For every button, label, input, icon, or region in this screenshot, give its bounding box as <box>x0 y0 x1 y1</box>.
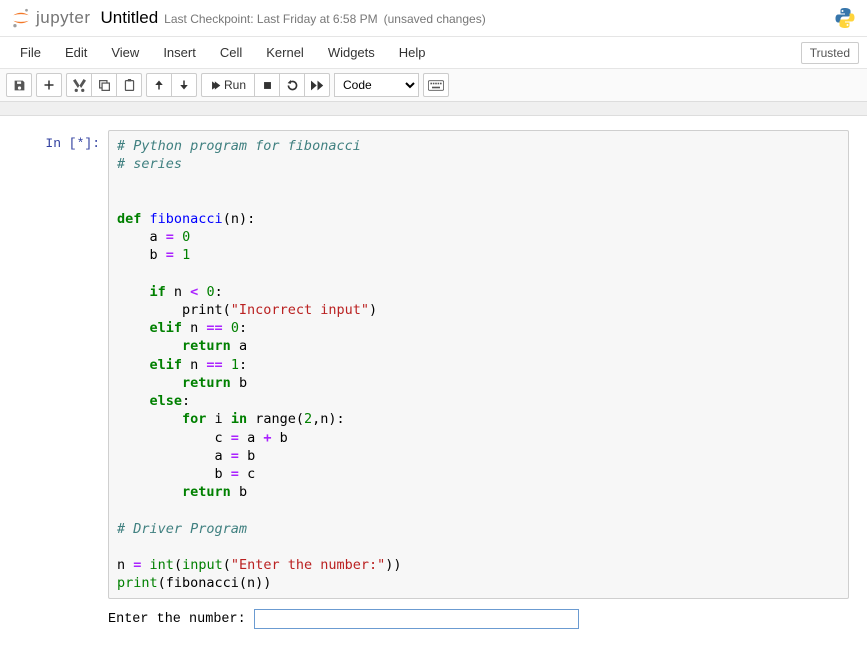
menu-help[interactable]: Help <box>387 39 438 66</box>
output-prompt <box>18 609 108 629</box>
restart-button[interactable] <box>279 73 305 97</box>
paste-icon <box>123 79 136 92</box>
interrupt-button[interactable] <box>254 73 280 97</box>
menu-widgets[interactable]: Widgets <box>316 39 387 66</box>
add-cell-button[interactable] <box>36 73 62 97</box>
menu-cell[interactable]: Cell <box>208 39 254 66</box>
cell-type-select[interactable]: Code <box>334 73 419 97</box>
move-down-button[interactable] <box>171 73 197 97</box>
arrow-up-icon <box>153 79 165 91</box>
menu-view[interactable]: View <box>99 39 151 66</box>
move-up-button[interactable] <box>146 73 172 97</box>
toolbar: Run Code <box>0 69 867 102</box>
save-button[interactable] <box>6 73 32 97</box>
menu-insert[interactable]: Insert <box>151 39 208 66</box>
copy-icon <box>98 79 111 92</box>
plus-icon <box>43 79 55 91</box>
move-group <box>146 73 197 97</box>
python-kernel-icon[interactable] <box>833 6 857 30</box>
output-area: Enter the number: <box>18 609 849 629</box>
copy-button[interactable] <box>91 73 117 97</box>
unsaved-text: (unsaved changes) <box>384 12 486 26</box>
menu-edit[interactable]: Edit <box>53 39 99 66</box>
save-icon <box>13 79 26 92</box>
fast-forward-icon <box>311 80 324 91</box>
arrow-down-icon <box>178 79 190 91</box>
menu-file[interactable]: File <box>8 39 53 66</box>
stdin-prompt: Enter the number: <box>108 609 849 629</box>
cut-button[interactable] <box>66 73 92 97</box>
code-content[interactable]: # Python program for fibonacci # series … <box>117 137 840 592</box>
stdin-prompt-text: Enter the number: <box>108 612 254 627</box>
restart-icon <box>286 79 299 92</box>
paste-button[interactable] <box>116 73 142 97</box>
run-group: Run <box>201 73 330 97</box>
cut-copy-paste-group <box>66 73 142 97</box>
jupyter-icon <box>10 7 32 29</box>
stop-icon <box>262 80 273 91</box>
code-input-area[interactable]: # Python program for fibonacci # series … <box>108 130 849 599</box>
spacer-bar <box>0 102 867 116</box>
code-cell[interactable]: In [*]: # Python program for fibonacci #… <box>18 130 849 599</box>
title-area: Untitled Last Checkpoint: Last Friday at… <box>101 8 486 28</box>
keyboard-icon <box>428 80 444 91</box>
logo-text: jupyter <box>36 8 91 28</box>
trusted-indicator[interactable]: Trusted <box>801 42 859 64</box>
notebook-title[interactable]: Untitled <box>101 8 159 28</box>
checkpoint-text: Last Checkpoint: Last Friday at 6:58 PM <box>164 12 377 26</box>
menubar: File Edit View Insert Cell Kernel Widget… <box>0 37 867 69</box>
run-label: Run <box>224 78 246 92</box>
command-palette-button[interactable] <box>423 73 449 97</box>
menu-kernel[interactable]: Kernel <box>254 39 316 66</box>
jupyter-logo[interactable]: jupyter <box>10 7 91 29</box>
stdin-input[interactable] <box>254 609 579 629</box>
notebook-area: In [*]: # Python program for fibonacci #… <box>0 116 867 649</box>
restart-run-all-button[interactable] <box>304 73 330 97</box>
cut-icon <box>73 79 86 92</box>
run-button[interactable]: Run <box>201 73 255 97</box>
run-icon <box>210 80 221 91</box>
input-prompt: In [*]: <box>18 130 108 599</box>
header: jupyter Untitled Last Checkpoint: Last F… <box>0 0 867 37</box>
